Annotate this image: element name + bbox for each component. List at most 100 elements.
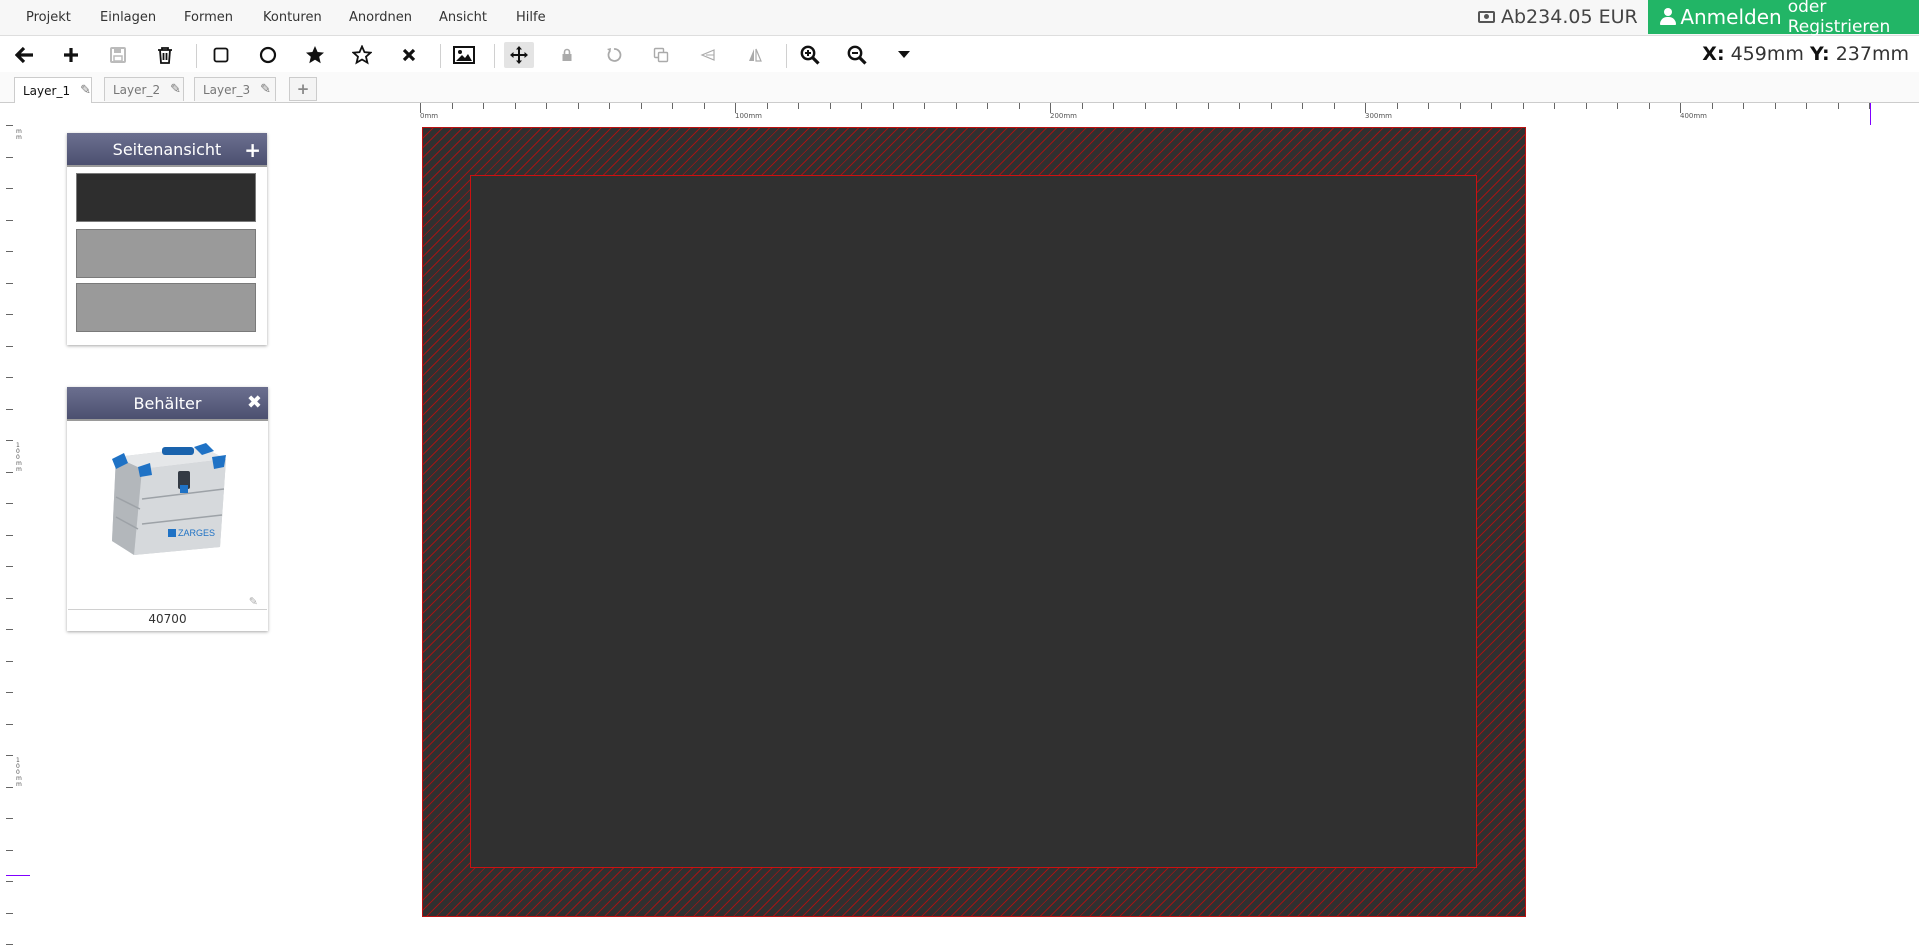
side-view-layer-2[interactable]: [76, 229, 256, 278]
image-icon[interactable]: [449, 42, 479, 68]
side-view-header: Seitenansicht +: [67, 133, 267, 167]
rotate-icon[interactable]: [599, 42, 629, 68]
horizontal-ruler: 0mm 100mm 200mm 300mm 400mm: [420, 103, 1900, 125]
hruler-tick: [798, 103, 799, 109]
price-text: Ab234.05 EUR: [1501, 6, 1638, 28]
hruler-tick: [1396, 103, 1398, 109]
hruler-tick: [1459, 103, 1461, 109]
hruler-tick: [829, 103, 831, 109]
hruler-tick: [514, 103, 516, 109]
menu-projekt[interactable]: Projekt: [26, 10, 71, 25]
toolbar-separator: [440, 44, 441, 68]
menu-konturen[interactable]: Konturen: [263, 10, 322, 25]
layer-tabs: Layer_1 ✎ Layer_2 ✎ Layer_3 ✎ +: [0, 72, 1919, 103]
menu-formen[interactable]: Formen: [184, 10, 233, 25]
tab-label: Layer_3: [203, 82, 251, 97]
tab-layer-2[interactable]: Layer_2 ✎: [104, 77, 184, 101]
hruler-tick: [1113, 103, 1114, 109]
vruler-tick: [6, 408, 13, 410]
design-canvas[interactable]: [423, 128, 1525, 916]
hruler-label: 200mm: [1050, 112, 1077, 120]
caret-down-icon[interactable]: [889, 42, 919, 68]
item-number: 40700: [68, 609, 267, 630]
hruler-label: 100mm: [735, 112, 762, 120]
work-area[interactable]: mm 100mm 100mm 0mm 100mm 200mm 300mm 400…: [0, 103, 1919, 945]
vruler-label: 100mm: [16, 442, 22, 473]
vruler-tick: [6, 849, 13, 851]
close-icon[interactable]: ✖: [247, 392, 262, 413]
star-filled-icon[interactable]: [300, 42, 330, 68]
add-icon[interactable]: +: [244, 138, 261, 162]
zoom-in-icon[interactable]: [795, 42, 825, 68]
menu-hilfe[interactable]: Hilfe: [516, 10, 546, 25]
circle-icon[interactable]: [253, 42, 283, 68]
vruler-tick: [6, 440, 13, 441]
vertical-ruler: mm 100mm 100mm: [6, 103, 31, 945]
menu-einlagen[interactable]: Einlagen: [100, 10, 156, 25]
insert-area[interactable]: [470, 175, 1477, 868]
side-view-layer-3[interactable]: [76, 283, 256, 332]
plus-icon[interactable]: [56, 42, 86, 68]
hruler-tick: [1837, 103, 1839, 109]
side-view-layer-1[interactable]: [76, 173, 256, 222]
lock-icon[interactable]: [552, 42, 582, 68]
cross-icon[interactable]: [394, 42, 424, 68]
vruler-tick: [6, 188, 13, 189]
hruler-label: 400mm: [1680, 112, 1707, 120]
back-arrow-icon[interactable]: [10, 42, 40, 68]
move-icon[interactable]: [504, 42, 534, 68]
duplicate-icon[interactable]: [646, 42, 676, 68]
login-button[interactable]: Anmelden oder Registrieren: [1648, 0, 1919, 37]
rectangle-icon[interactable]: [206, 42, 236, 68]
star-outline-icon[interactable]: [347, 42, 377, 68]
menu-anordnen[interactable]: Anordnen: [349, 10, 412, 25]
hruler-tick: [1018, 103, 1020, 109]
trash-icon[interactable]: [150, 42, 180, 68]
vruler-tick: [6, 156, 13, 158]
hruler-tick: [955, 103, 957, 109]
hruler-tick: [420, 103, 421, 113]
hruler-tick: [1522, 103, 1524, 109]
product-image: ZARGES: [102, 429, 232, 559]
zoom-out-icon[interactable]: [842, 42, 872, 68]
hruler-tick: [1144, 103, 1146, 109]
vruler-tick: [6, 692, 13, 693]
hruler-tick: [924, 103, 925, 109]
tab-layer-3[interactable]: Layer_3 ✎: [194, 77, 276, 101]
tab-layer-1[interactable]: Layer_1 ✎: [14, 77, 92, 103]
flip-horizontal-icon[interactable]: [693, 42, 723, 68]
vruler-tick: [6, 786, 13, 788]
toolbar-separator: [786, 44, 787, 68]
hruler-tick: [1680, 103, 1681, 113]
pencil-icon[interactable]: ✎: [170, 82, 181, 97]
money-icon: [1478, 11, 1495, 23]
tab-label: Layer_1: [23, 83, 71, 98]
edit-pencil-icon[interactable]: ✎: [249, 595, 258, 608]
hruler-tick: [1585, 103, 1587, 109]
hruler-tick: [1869, 103, 1870, 109]
save-icon[interactable]: [103, 42, 133, 68]
hruler-tick: [546, 103, 547, 109]
flip-vertical-icon[interactable]: [740, 42, 770, 68]
hruler-tick: [1270, 103, 1272, 109]
vruler-tick: [6, 377, 13, 378]
vruler-cursor-marker: [6, 875, 30, 876]
pencil-icon[interactable]: ✎: [80, 83, 91, 98]
hruler-label: 0mm: [420, 112, 439, 120]
hruler-tick: [640, 103, 642, 109]
hruler-tick: [609, 103, 610, 109]
pencil-icon[interactable]: ✎: [260, 82, 271, 97]
vruler-tick: [6, 912, 13, 914]
vruler-tick: [6, 629, 13, 630]
hruler-tick: [577, 103, 579, 109]
vruler-tick: [6, 818, 13, 819]
hruler-tick: [735, 103, 736, 113]
vruler-tick: [6, 534, 13, 536]
y-label: Y:: [1809, 43, 1830, 65]
side-view-panel: Seitenansicht +: [67, 133, 267, 345]
hruler-cursor-marker: [1870, 103, 1871, 125]
menu-ansicht[interactable]: Ansicht: [439, 10, 487, 25]
add-layer-button[interactable]: +: [289, 77, 317, 101]
hruler-tick: [672, 103, 673, 109]
hruler-tick: [987, 103, 988, 109]
